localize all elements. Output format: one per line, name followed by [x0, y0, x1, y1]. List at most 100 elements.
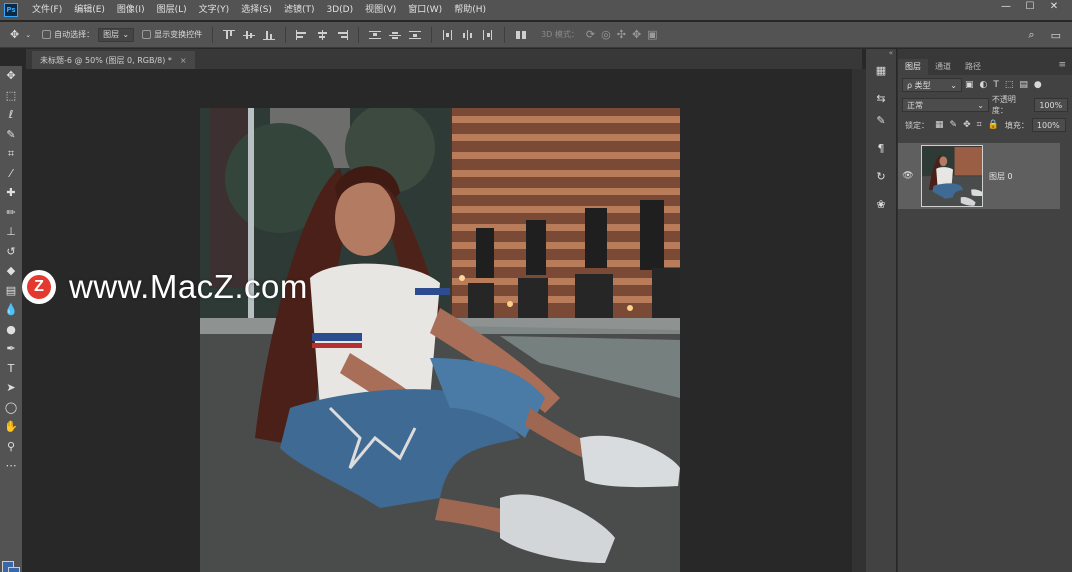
layer-row[interactable]: 👁 图层 0 [898, 143, 1060, 209]
lock-all-icon[interactable]: 🔒 [988, 120, 999, 130]
zoom-tool-icon[interactable]: ⚲ [0, 437, 22, 457]
maximize-button[interactable]: ☐ [1018, 0, 1042, 14]
canvas-photo[interactable] [200, 108, 680, 572]
clone-stamp-tool-icon[interactable]: ⊥ [0, 222, 22, 242]
menu-edit[interactable]: 编辑(E) [68, 0, 111, 20]
layer-thumbnail[interactable] [921, 145, 983, 207]
hand-tool-icon[interactable]: ✋ [0, 417, 22, 437]
align-top-icon[interactable] [223, 29, 236, 40]
lock-row: 锁定： ▦ ✎ ✥ ⌗ 🔒 填充： 100% [898, 115, 1072, 135]
lock-paint-icon[interactable]: ✎ [950, 120, 958, 130]
watermark-logo-icon: Z [22, 270, 56, 304]
filter-adjustment-icon[interactable]: ◐ [980, 80, 988, 90]
fill-value: 100% [1036, 120, 1060, 130]
opacity-input[interactable]: 100% [1034, 98, 1068, 112]
background-color-swatch[interactable] [8, 567, 20, 572]
filter-shape-icon[interactable]: ⬚ [1005, 80, 1014, 90]
healing-brush-tool-icon[interactable]: ✚ [0, 183, 22, 203]
toolbar: ✥ ⬚ ℓ ✎ ⌗ ⁄ ✚ ✏ ⊥ ↺ ◆ ▤ 💧 ● ✒ T ➤ ◯ ✋ ⚲ … [0, 66, 22, 572]
auto-select-dropdown[interactable]: 图层 ⌄ [98, 27, 135, 42]
adjustments-panel-icon[interactable]: ↻ [870, 165, 892, 187]
lock-artboard-icon[interactable]: ⌗ [977, 120, 982, 130]
distribute-hcenter-icon[interactable] [462, 29, 474, 40]
filter-smart-icon[interactable]: ▤ [1019, 80, 1028, 90]
type-tool-icon[interactable]: T [0, 359, 22, 379]
lock-transparent-icon[interactable]: ▦ [935, 120, 944, 130]
marquee-tool-icon[interactable]: ⬚ [0, 86, 22, 106]
chevron-down-icon[interactable]: ⌄ [25, 31, 31, 39]
history-panel-icon[interactable]: ▦ [870, 59, 892, 81]
path-select-tool-icon[interactable]: ➤ [0, 378, 22, 398]
menu-view[interactable]: 视图(V) [359, 0, 402, 20]
gradient-tool-icon[interactable]: ▤ [0, 281, 22, 301]
auto-align-icon[interactable] [515, 30, 527, 40]
3d-scale-icon[interactable]: ▣ [647, 28, 657, 41]
panel-menu-icon[interactable]: ≡ [1058, 60, 1066, 70]
menu-help[interactable]: 帮助(H) [448, 0, 492, 20]
move-tool-icon[interactable]: ✥ [0, 66, 22, 86]
distribute-bottom-icon[interactable] [409, 30, 422, 40]
align-vcenter-icon[interactable] [243, 30, 256, 40]
fill-input[interactable]: 100% [1031, 118, 1066, 132]
filter-toggle-icon[interactable]: ● [1034, 80, 1042, 90]
menu-type[interactable]: 文字(Y) [193, 0, 236, 20]
align-left-icon[interactable] [296, 29, 308, 40]
distribute-vcenter-icon[interactable] [389, 30, 402, 40]
menu-image[interactable]: 图像(I) [111, 0, 151, 20]
tab-paths[interactable]: 路径 [958, 59, 988, 75]
menu-window[interactable]: 窗口(W) [402, 0, 448, 20]
brush-panel-icon[interactable]: ✎ [870, 109, 892, 131]
align-right-icon[interactable] [336, 29, 349, 40]
layer-name[interactable]: 图层 0 [989, 171, 1013, 182]
3d-roll-icon[interactable]: ◎ [601, 28, 611, 41]
filter-pixel-icon[interactable]: ▣ [965, 80, 974, 90]
pen-tool-icon[interactable]: ✒ [0, 339, 22, 359]
show-transform-checkbox[interactable] [142, 30, 152, 39]
distribute-left-icon[interactable] [442, 29, 454, 40]
swatches-panel-icon[interactable]: ❀ [870, 193, 892, 215]
lasso-tool-icon[interactable]: ℓ [0, 105, 22, 125]
shape-tool-icon[interactable]: ◯ [0, 398, 22, 418]
blur-tool-icon[interactable]: 💧 [0, 300, 22, 320]
character-panel-icon[interactable]: ¶ [870, 137, 892, 159]
align-hcenter-icon[interactable] [316, 29, 328, 40]
eraser-tool-icon[interactable]: ◆ [0, 261, 22, 281]
distribute-top-icon[interactable] [369, 30, 382, 40]
eye-icon[interactable]: 👁 [898, 171, 918, 181]
tab-layers[interactable]: 图层 [898, 59, 928, 75]
menu-layer[interactable]: 图层(L) [151, 0, 193, 20]
minimize-button[interactable]: — [994, 0, 1018, 14]
brush-tool-icon[interactable]: ✏ [0, 203, 22, 223]
more-tools-icon[interactable]: ⋯ [0, 456, 22, 476]
close-button[interactable]: ✕ [1042, 0, 1066, 14]
3d-slide-icon[interactable]: ✥ [632, 28, 641, 41]
filter-type-icon[interactable]: T [993, 80, 999, 90]
properties-panel-icon[interactable]: ⇆ [870, 87, 892, 109]
blend-mode-dropdown[interactable]: 正常 ⌄ [902, 98, 989, 112]
menu-file[interactable]: 文件(F) [26, 0, 68, 20]
menu-filter[interactable]: 滤镜(T) [278, 0, 321, 20]
collapse-icon[interactable]: « [866, 49, 896, 59]
lock-position-icon[interactable]: ✥ [963, 120, 971, 130]
distribute-right-icon[interactable] [482, 29, 494, 40]
eyedropper-tool-icon[interactable]: ⁄ [0, 164, 22, 184]
vertical-scrollbar[interactable] [852, 69, 866, 572]
auto-select-checkbox[interactable] [42, 30, 52, 39]
filter-kind-dropdown[interactable]: ρ 类型 ⌄ [902, 78, 962, 92]
menu-select[interactable]: 选择(S) [235, 0, 278, 20]
tab-channels[interactable]: 通道 [928, 59, 958, 75]
search-icon[interactable]: ⌕ [1028, 28, 1034, 42]
3d-orbit-icon[interactable]: ⟳ [586, 28, 595, 41]
workspace-icon[interactable]: ▭ [1051, 29, 1061, 42]
menu-3d[interactable]: 3D(D) [320, 0, 359, 20]
fill-label: 填充： [1004, 120, 1029, 130]
3d-pan-icon[interactable]: ✣ [617, 28, 626, 41]
close-icon[interactable]: × [180, 56, 187, 65]
crop-tool-icon[interactable]: ⌗ [0, 144, 22, 164]
align-bottom-icon[interactable] [263, 30, 276, 40]
history-brush-tool-icon[interactable]: ↺ [0, 242, 22, 262]
move-tool-icon[interactable]: ✥ [10, 28, 19, 41]
quick-select-tool-icon[interactable]: ✎ [0, 125, 22, 145]
document-tab[interactable]: 未标题-6 @ 50% (图层 0, RGB/8) * × [32, 51, 195, 69]
dodge-tool-icon[interactable]: ● [0, 320, 22, 340]
